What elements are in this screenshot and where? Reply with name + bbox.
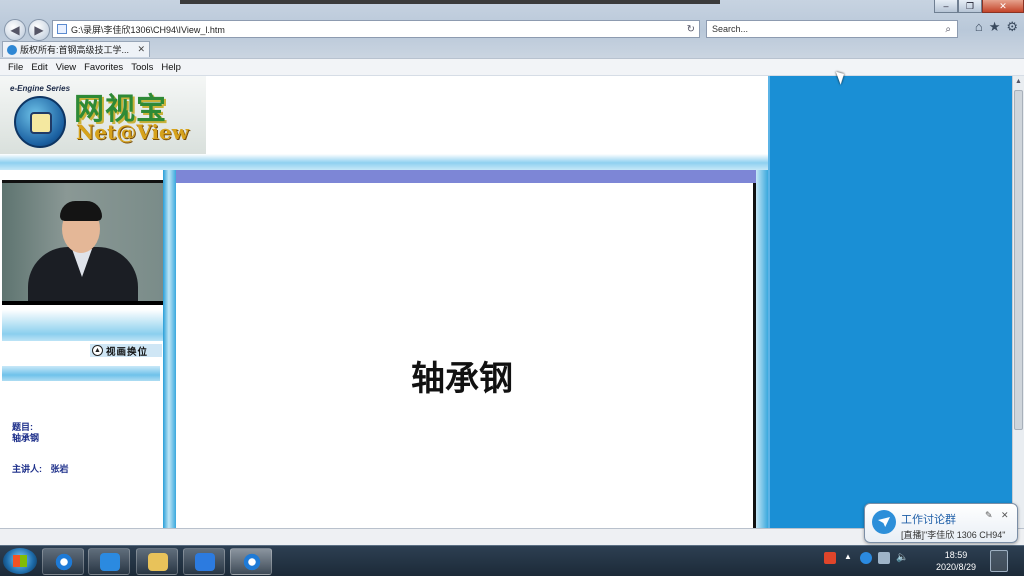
lecturer-label: 主讲人:	[12, 464, 42, 474]
scroll-up-icon[interactable]: ▲	[1014, 78, 1023, 88]
refresh-icon[interactable]: ↻	[687, 24, 695, 35]
slide-title: 轴承钢	[411, 359, 513, 399]
address-url: G:\录屏\李佳欣1306\CH94\IView_l.htm	[71, 24, 225, 35]
lecturer-video[interactable]	[2, 180, 163, 305]
system-tray: ▲ 🔈	[824, 552, 908, 564]
window-controls: – ❐ ✕	[934, 0, 1024, 14]
notification-title: 工作讨论群	[901, 514, 956, 526]
logo-en-name: Net@View	[76, 120, 189, 144]
gear-icon[interactable]: ⚙	[1006, 19, 1018, 35]
browser-chrome: – ❐ ✕ ◀ ▶ G:\录屏\李佳欣1306\CH94\IView_l.htm…	[0, 0, 1024, 76]
tab-close-icon[interactable]: ✕	[137, 44, 145, 55]
chat-app-icon	[100, 553, 120, 571]
taskbar-media-app[interactable]	[183, 548, 225, 575]
minimize-button[interactable]: –	[934, 0, 958, 13]
chat-tray-icon[interactable]	[860, 552, 872, 564]
page-viewport: e-Engine Series 网视宝 Net@View ▲ 视画换位 题目: …	[0, 76, 1012, 545]
taskbar-ie-active[interactable]	[230, 548, 272, 575]
header-band	[0, 154, 768, 170]
menu-view[interactable]: View	[54, 62, 82, 73]
subject-value: 轴承钢	[12, 433, 40, 443]
netview-logo: e-Engine Series 网视宝 Net@View	[0, 76, 206, 154]
slide-right-border	[756, 170, 768, 545]
ie-icon	[242, 553, 262, 571]
slide-area: 轴承钢	[176, 183, 756, 545]
network-icon[interactable]	[878, 552, 890, 564]
clock-time: 18:59	[944, 550, 968, 560]
menu-help[interactable]: Help	[159, 62, 187, 73]
show-desktop-button[interactable]	[990, 550, 1008, 572]
folder-icon	[148, 553, 168, 571]
start-button[interactable]	[3, 548, 37, 574]
menu-favorites[interactable]: Favorites	[82, 62, 129, 73]
page-icon	[57, 24, 67, 34]
back-button[interactable]: ◀	[4, 19, 26, 41]
volume-icon[interactable]: 🔈	[896, 552, 908, 564]
taskbar-explorer[interactable]	[136, 548, 178, 575]
ime-icon[interactable]	[824, 552, 836, 564]
clock-date: 2020/8/29	[935, 562, 977, 572]
swap-view-label: 视画换位	[106, 346, 149, 358]
close-window-button[interactable]: ✕	[982, 0, 1024, 13]
notification-message: [直播]"李佳欣 1306 CH94"	[901, 530, 1006, 540]
menu-bar: File Edit View Favorites Tools Help	[0, 58, 1024, 75]
close-icon[interactable]: ✕	[1001, 510, 1009, 521]
slide-header-bar	[176, 170, 756, 183]
search-placeholder: Search...	[712, 24, 749, 34]
swap-view-button[interactable]: ▲ 视画换位	[90, 344, 162, 358]
divider-band	[2, 366, 160, 381]
globe-icon	[14, 96, 66, 148]
tray-expand-icon[interactable]: ▲	[842, 552, 854, 564]
home-icon[interactable]: ⌂	[975, 19, 983, 35]
forward-button[interactable]: ▶	[28, 19, 50, 41]
toolbar-icons: ⌂ ★ ⚙	[975, 19, 1018, 35]
chat-group-icon	[872, 510, 896, 534]
slide-left-border	[163, 170, 176, 545]
system-clock[interactable]: 18:59 2020/8/29	[926, 549, 986, 573]
windows-flag-icon	[13, 555, 27, 567]
lecturer-line: 主讲人: 张岩	[12, 462, 69, 475]
taskbar-ie-pinned[interactable]	[42, 548, 84, 575]
favorites-star-icon[interactable]: ★	[989, 19, 1001, 35]
video-bottom-band	[2, 306, 163, 341]
notification-popup[interactable]: 工作讨论群 [直播]"李佳欣 1306 CH94" ✎ ✕	[864, 503, 1018, 543]
browser-tab[interactable]: 版权所有:首钢高级技工学... ✕	[2, 41, 150, 57]
restore-button[interactable]: ❐	[958, 0, 982, 13]
scrollbar-thumb[interactable]	[1014, 90, 1023, 430]
search-box[interactable]: Search... ⌕	[706, 20, 958, 38]
pin-icon[interactable]: ✎	[985, 510, 993, 521]
windows-taskbar: ▲ 🔈 18:59 2020/8/29	[0, 545, 1024, 576]
menu-edit[interactable]: Edit	[29, 62, 53, 73]
ie-tab-icon	[7, 44, 17, 55]
tab-title: 版权所有:首钢高级技工学...	[20, 45, 130, 55]
right-blue-panel	[768, 76, 1012, 545]
up-arrow-icon: ▲	[92, 345, 103, 356]
media-app-icon	[195, 553, 215, 571]
ie-icon	[54, 553, 74, 571]
lecturer-name: 张岩	[50, 464, 69, 474]
taskbar-chat-app[interactable]	[88, 548, 130, 575]
logo-tagline: e-Engine Series	[10, 84, 71, 93]
menu-file[interactable]: File	[6, 62, 29, 73]
search-icon[interactable]: ⌕	[945, 24, 951, 35]
title-bar-strip	[180, 0, 720, 4]
menu-tools[interactable]: Tools	[129, 62, 159, 73]
vertical-scrollbar[interactable]: ▲ ▼	[1012, 76, 1024, 545]
address-bar[interactable]: G:\录屏\李佳欣1306\CH94\IView_l.htm ↻	[52, 20, 700, 38]
